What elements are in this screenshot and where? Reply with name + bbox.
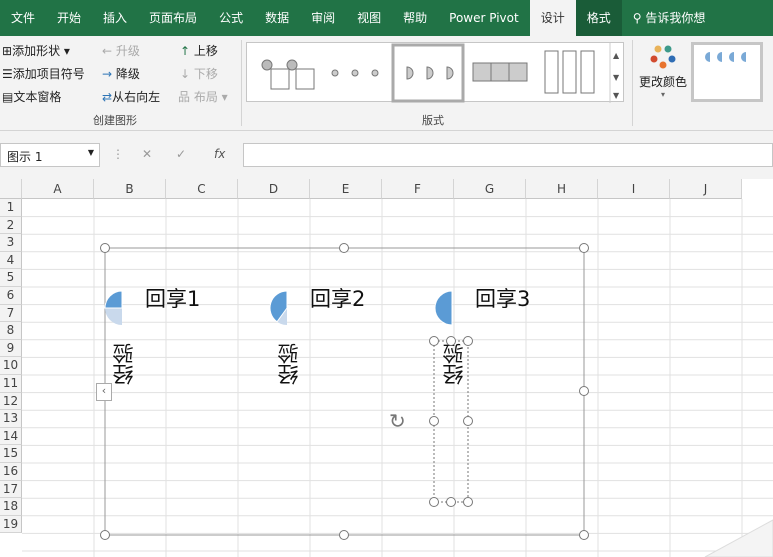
resize-handle[interactable]	[579, 386, 589, 396]
rotate-handle-icon[interactable]: ↻	[389, 409, 406, 433]
smartart-item-title[interactable]: 回享2	[310, 283, 365, 313]
smartart-item-text[interactable]: 经验	[439, 343, 469, 385]
pie-fill-shape	[434, 290, 453, 326]
resize-handle[interactable]	[100, 243, 110, 253]
resize-handle[interactable]	[339, 243, 349, 253]
pie-fill-shape	[104, 290, 123, 309]
resize-handle[interactable]	[579, 530, 589, 540]
resize-handle[interactable]	[463, 416, 473, 426]
expand-text-pane-button[interactable]: ‹	[96, 383, 112, 401]
smartart-item-text[interactable]: 经验	[109, 343, 139, 385]
resize-handle[interactable]	[429, 416, 439, 426]
smartart-item-title[interactable]: 回享1	[145, 283, 200, 313]
resize-handle[interactable]	[463, 336, 473, 346]
resize-handle[interactable]	[446, 336, 456, 346]
resize-handle[interactable]	[429, 497, 439, 507]
resize-handle[interactable]	[446, 497, 456, 507]
resize-handle[interactable]	[579, 243, 589, 253]
smartart-overlay	[104, 247, 773, 557]
smartart-item-title[interactable]: 回享3	[475, 283, 530, 313]
smartart-item-text[interactable]: 经验	[274, 343, 304, 385]
resize-handle[interactable]	[463, 497, 473, 507]
page-curl	[704, 519, 773, 557]
resize-handle[interactable]	[429, 336, 439, 346]
resize-handle[interactable]	[100, 530, 110, 540]
resize-handle[interactable]	[339, 530, 349, 540]
